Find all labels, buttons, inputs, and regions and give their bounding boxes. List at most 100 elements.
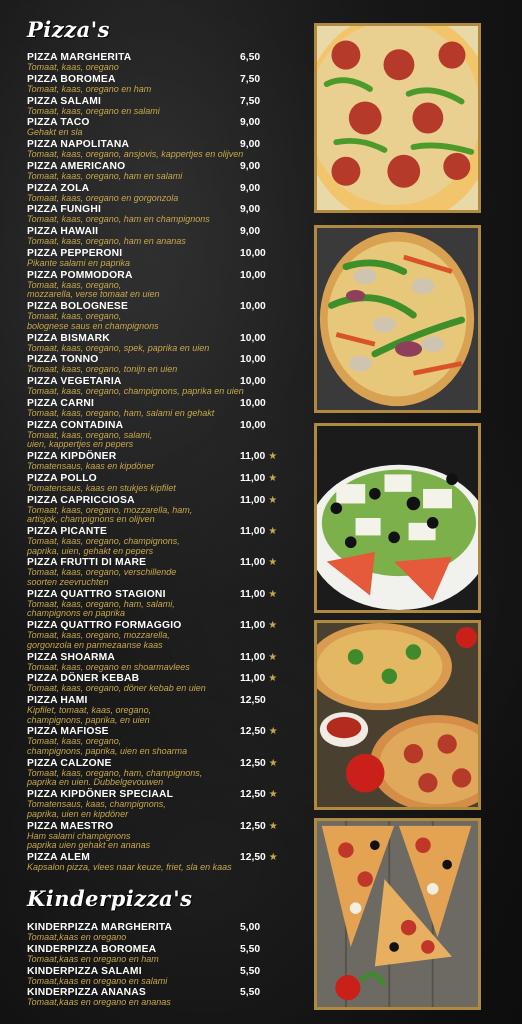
- item-price: 11,00 ★: [240, 652, 277, 663]
- item-description: Tomaat, kaas, oregano en shoarmavlees: [27, 661, 190, 672]
- star-icon: ★: [268, 526, 278, 537]
- menu-item: PIZZA CAPRICCIOSA 11,00 ★ Tomaat, kaas, ore…: [27, 495, 285, 525]
- item-price: 12,50 ★: [240, 852, 278, 863]
- menu-item: PIZZA TONNO 10,00 Tomaat, kaas, oregano, t…: [27, 354, 285, 375]
- price-value: 11,00: [240, 588, 266, 600]
- item-price: 10,00: [240, 376, 266, 387]
- price-value: 10,00: [240, 397, 266, 409]
- item-description: paprika uien gehakt en ananas: [27, 840, 151, 851]
- item-price: 9,00: [240, 117, 260, 128]
- menu-item: PIZZA HAWAII 9,00 Tomaat, kaas, oregano, h…: [27, 226, 285, 247]
- item-price: 7,50: [240, 74, 260, 85]
- item-description: champignons, paprika, uien en shoarma: [27, 746, 188, 757]
- item-price: 11,00 ★: [240, 620, 277, 631]
- item-price: 12,50 ★: [240, 726, 278, 737]
- price-value: 12,50: [240, 726, 266, 738]
- price-value: 11,00: [240, 494, 266, 506]
- menu-item: PIZZA BOLOGNESE 10,00 Tomaat, kaas, oregan…: [27, 301, 285, 331]
- item-price: 12,50: [240, 695, 266, 706]
- item-description: paprika en uien. Dubbelgevouwen: [27, 777, 164, 788]
- item-description: Tomaat, kaas, oregano, ansjovis, kappert…: [27, 149, 244, 160]
- menu-item: PIZZA TACO 9,00 Gehakt en sla: [27, 117, 285, 138]
- price-value: 9,00: [240, 139, 261, 151]
- menu-item: PIZZA CARNI 10,00 Tomaat, kaas, oregano, h…: [27, 398, 285, 419]
- item-price: 12,50 ★: [240, 758, 278, 769]
- price-value: 6,50: [240, 52, 261, 63]
- item-description: Tomaat, kaas, oregano, döner kebab en ui…: [27, 683, 206, 694]
- item-price: 11,00 ★: [240, 451, 277, 462]
- item-description: Tomaat, kaas, oregano, ham, salami en ge…: [27, 407, 215, 418]
- price-value: 10,00: [240, 269, 266, 281]
- item-description: bolognese saus en champignons: [27, 320, 159, 331]
- price-value: 7,50: [240, 95, 261, 107]
- item-description: Tomaat, kaas, oregano, spek, paprika en …: [27, 342, 210, 353]
- item-description: paprika, uien en kipdöner: [27, 808, 129, 819]
- kids-menu-list: KINDERPIZZA MARGHERITA 5,00 Tomaat,kaas en…: [27, 922, 285, 1009]
- item-description: gorgonzola en parmezaanse kaas: [27, 639, 163, 650]
- menu-item: KINDERPIZZA MARGHERITA 5,00 Tomaat,kaas en…: [27, 922, 285, 943]
- item-description: Tomaat, kaas, oregano, tonijn en uien: [27, 364, 178, 375]
- item-description: uien, kappertjes en pepers: [27, 439, 134, 450]
- price-value: 12,50: [240, 757, 266, 769]
- menu-item: PIZZA PICANTE 11,00 ★ Tomaat, kaas, oregano…: [27, 526, 285, 556]
- item-description: Tomatensaus, kaas en stukjes kipfilet: [27, 482, 176, 493]
- price-value: 11,00: [240, 557, 266, 569]
- item-price: 11,00 ★: [240, 473, 277, 484]
- item-description: Tomaat,kaas en oregano en salami: [27, 975, 168, 986]
- item-description: champignons, paprika, en uien: [27, 714, 150, 725]
- price-value: 9,00: [240, 226, 261, 238]
- item-description: Tomaat, kaas, oregano en ham: [27, 83, 152, 94]
- item-price: 10,00: [240, 398, 266, 409]
- item-price: 9,00: [240, 139, 260, 150]
- menu-item: PIZZA BISMARK 10,00 Tomaat, kaas, oregano,…: [27, 333, 285, 354]
- menu-item: PIZZA KIPDÖNER SPECIAAL 12,50 ★ Tomatensaus…: [27, 789, 285, 819]
- item-description: champignons en paprika: [27, 608, 126, 619]
- star-icon: ★: [268, 494, 278, 506]
- menu-item: PIZZA SALAMI 7,50 Tomaat, kaas, oregano en…: [27, 96, 285, 117]
- price-value: 12,50: [240, 695, 266, 707]
- menu-item: PIZZA DÖNER KEBAB 11,00 ★ Tomaat, kaas, ore…: [27, 673, 285, 694]
- pizza-salami-photo: [314, 23, 481, 213]
- menu-item: PIZZA POLLO 11,00 ★ Tomatensaus, kaas en st…: [27, 473, 285, 494]
- item-price: 10,00: [240, 354, 266, 365]
- item-price: 11,00 ★: [240, 589, 277, 600]
- price-value: 11,00: [240, 472, 266, 484]
- item-price: 9,00: [240, 204, 260, 215]
- item-price: 5,00: [240, 922, 260, 933]
- item-description: Gehakt en sla: [27, 127, 83, 138]
- price-value: 5,00: [240, 922, 261, 933]
- price-value: 7,50: [240, 73, 261, 85]
- item-description: mozzarella, verse tomaat en uien: [27, 289, 160, 300]
- price-value: 12,50: [240, 851, 266, 863]
- menu-item: PIZZA VEGETARIA 10,00 Tomaat, kaas, oregan…: [27, 376, 285, 397]
- star-icon: ★: [268, 588, 278, 600]
- price-value: 12,50: [240, 820, 266, 832]
- price-value: 11,00: [240, 526, 266, 537]
- menu-item: PIZZA QUATTRO FORMAGGIO 11,00 ★ Tomaat, kaa…: [27, 620, 285, 650]
- item-price: 10,00: [240, 333, 266, 344]
- price-value: 11,00: [240, 451, 266, 463]
- menu-item: PIZZA ALEM 12,50 ★ Kapsalon pizza, vlees na…: [27, 852, 285, 873]
- item-description: Tomaat, kaas, oregano: [27, 62, 119, 72]
- item-price: 12,50 ★: [240, 789, 278, 800]
- item-description: Tomaat,kaas en oregano en ananas: [27, 997, 171, 1008]
- star-icon: ★: [268, 726, 278, 738]
- star-icon: ★: [268, 651, 278, 663]
- menu-item: PIZZA POMMODORA 10,00 Tomaat, kaas, oregan…: [27, 270, 285, 300]
- price-value: 10,00: [240, 248, 266, 260]
- kinderpizzas-heading: Kinderpizza's: [27, 886, 193, 911]
- star-icon: ★: [268, 557, 278, 569]
- item-price: 10,00: [240, 301, 266, 312]
- menu-item: PIZZA AMERICANO 9,00 Tomaat, kaas, oregano…: [27, 161, 285, 182]
- item-description: Tomaat, kaas, oregano, ham en champignon…: [27, 214, 210, 225]
- item-price: 9,00: [240, 161, 260, 172]
- price-value: 9,00: [240, 204, 261, 216]
- item-price: 10,00: [240, 270, 266, 281]
- menu-item: KINDERPIZZA BOROMEA 5,50 Tomaat,kaas en or…: [27, 944, 285, 965]
- item-price: 11,00 ★: [240, 557, 277, 568]
- item-price: 10,00: [240, 420, 266, 431]
- price-value: 5,50: [240, 965, 261, 977]
- item-price: 5,50: [240, 966, 260, 977]
- item-description: Tomaat, kaas, oregano, ham en ananas: [27, 236, 186, 247]
- price-value: 10,00: [240, 301, 266, 313]
